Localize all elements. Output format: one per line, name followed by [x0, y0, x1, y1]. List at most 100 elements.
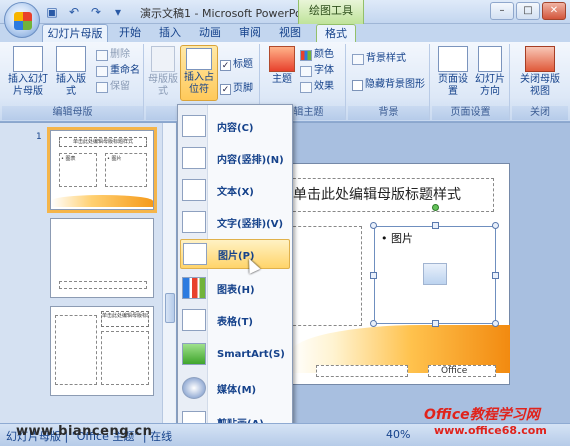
tab-home[interactable]: 开始: [112, 24, 148, 42]
menu-item-smartart[interactable]: SmartArt(S): [180, 339, 290, 369]
rename-icon: [96, 65, 108, 77]
picture-icon: [183, 243, 207, 265]
group-page-setup: 页面设置 幻灯片方向 页面设置: [432, 44, 510, 120]
insert-master-icon: [13, 46, 43, 72]
thumbnail-number-1: 1: [36, 132, 42, 142]
page-setup-icon: [438, 46, 468, 72]
thumbnail-placeholder: [59, 281, 147, 289]
undo-icon[interactable]: ↶: [66, 4, 82, 20]
menu-item-table[interactable]: 表格(T): [180, 305, 290, 335]
resize-handle[interactable]: [492, 222, 499, 229]
insert-placeholder-icon: [186, 48, 212, 70]
group-label-page-setup: 页面设置: [432, 106, 509, 120]
redo-icon[interactable]: ↷: [88, 4, 104, 20]
footer-check-icon: ✓: [220, 83, 231, 95]
group-label-background: 背景: [348, 106, 429, 120]
effects-icon: [300, 81, 312, 93]
window-title: 演示文稿1 - Microsoft PowerPoi...: [140, 7, 316, 20]
resize-handle[interactable]: [492, 272, 499, 279]
group-label-close: 关闭: [512, 106, 568, 120]
page-setup-button[interactable]: 页面设置: [434, 46, 472, 98]
thumbnail-placeholder: • 图片: [105, 153, 147, 187]
thumbnail-slide-1[interactable]: 单击此处编辑母版标题样式 • 图表 • 图片: [47, 127, 157, 213]
rotate-handle[interactable]: [432, 204, 439, 211]
qat-dropdown-icon[interactable]: ▾: [110, 4, 126, 20]
hide-background-checkbox[interactable]: 隐藏背景图形: [352, 78, 425, 92]
group-background: 背景样式 隐藏背景图形 背景: [348, 44, 430, 120]
tab-view[interactable]: 视图: [272, 24, 308, 42]
office-logo-icon: [14, 12, 32, 30]
colors-icon: [300, 49, 312, 61]
text-icon: [182, 179, 206, 201]
insert-layout-icon: [56, 46, 86, 72]
title-checkbox[interactable]: ✓ 标题: [220, 58, 253, 72]
resize-handle[interactable]: [370, 320, 377, 327]
preserve-button[interactable]: 保留: [96, 80, 130, 94]
theme-icon: [269, 46, 295, 72]
theme-button[interactable]: 主题: [266, 46, 298, 86]
tab-format[interactable]: 格式: [316, 24, 356, 42]
tab-slide-master[interactable]: 幻灯片母版: [42, 24, 108, 42]
office-button[interactable]: [4, 2, 40, 38]
thumbnail-placeholder: [101, 331, 149, 385]
thumbnail-scrollbar[interactable]: [162, 123, 176, 423]
zoom-level[interactable]: 40%: [386, 428, 410, 441]
close-master-view-button[interactable]: 关闭母版视图: [516, 46, 564, 98]
maximize-button[interactable]: □: [516, 2, 540, 20]
quick-access-toolbar: ▣ ↶ ↷ ▾: [44, 4, 126, 20]
resize-handle[interactable]: [370, 222, 377, 229]
watermark-office-url: www.office68.com: [434, 424, 547, 437]
title-check-icon: ✓: [220, 59, 231, 71]
resize-handle[interactable]: [432, 320, 439, 327]
picture-bullet-text: • 图片: [381, 232, 413, 245]
master-layout-icon: [151, 46, 175, 72]
slide-title-placeholder[interactable]: 单击此处编辑母版标题样式: [288, 178, 494, 212]
window-controls: – □ ✕: [490, 2, 566, 20]
slide-orientation-button[interactable]: 幻灯片方向: [472, 46, 508, 98]
footer-checkbox[interactable]: ✓ 页脚: [220, 82, 253, 96]
close-master-icon: [525, 46, 555, 72]
menu-item-text-vertical[interactable]: 文字(竖排)(V): [180, 207, 290, 237]
media-icon: [182, 377, 206, 399]
insert-slide-master-button[interactable]: 插入幻灯片母版: [6, 46, 50, 98]
fonts-button[interactable]: 字体: [300, 64, 334, 78]
background-styles-icon: [352, 53, 364, 65]
tab-review[interactable]: 审阅: [232, 24, 268, 42]
minimize-button[interactable]: –: [490, 2, 514, 20]
background-styles-button[interactable]: 背景样式: [352, 52, 406, 66]
fonts-icon: [300, 65, 312, 77]
watermark-bianceng: www.bianceng.cn: [16, 424, 153, 439]
resize-handle[interactable]: [432, 222, 439, 229]
group-edit-master: 插入幻灯片母版 插入版式 删除 重命名 保留 编辑母版: [2, 44, 144, 120]
footer-placeholder[interactable]: [316, 365, 408, 377]
rename-button[interactable]: 重命名: [96, 64, 140, 78]
menu-item-text[interactable]: 文本(X): [180, 175, 290, 205]
scrollbar-thumb[interactable]: [165, 293, 175, 323]
resize-handle[interactable]: [492, 320, 499, 327]
thumbnail-slide-2[interactable]: [50, 218, 154, 298]
picture-placeholder[interactable]: • 图片: [374, 226, 496, 324]
colors-button[interactable]: 颜色: [300, 48, 334, 62]
preserve-icon: [96, 81, 108, 93]
menu-item-content-vertical[interactable]: 内容(竖排)(N): [180, 143, 290, 173]
master-layout-button[interactable]: 母版版式: [148, 46, 178, 98]
menu-item-content[interactable]: 内容(C): [180, 111, 290, 141]
tab-animations[interactable]: 动画: [192, 24, 228, 42]
insert-placeholder-button[interactable]: 插入占位符: [180, 45, 218, 101]
chart-icon: [182, 277, 206, 299]
chart-placeholder[interactable]: [288, 226, 362, 326]
insert-layout-button[interactable]: 插入版式: [52, 46, 90, 98]
menu-item-media[interactable]: 媒体(M): [180, 373, 290, 403]
save-icon[interactable]: ▣: [44, 4, 60, 20]
group-close: 关闭母版视图 关闭: [512, 44, 568, 120]
resize-handle[interactable]: [370, 272, 377, 279]
ribbon-tabs: 幻灯片母版 开始 插入 动画 审阅 视图 格式: [0, 24, 570, 42]
menu-item-picture[interactable]: 图片(P): [180, 239, 290, 269]
close-window-button[interactable]: ✕: [542, 2, 566, 20]
menu-item-chart[interactable]: 图表(H): [180, 273, 290, 303]
thumbnail-slide-3[interactable]: 单击此处编辑母版标题样式: [50, 306, 154, 396]
thumbnail-placeholder: [55, 315, 97, 385]
delete-button[interactable]: 删除: [96, 48, 130, 62]
effects-button[interactable]: 效果: [300, 80, 334, 94]
tab-insert[interactable]: 插入: [152, 24, 188, 42]
